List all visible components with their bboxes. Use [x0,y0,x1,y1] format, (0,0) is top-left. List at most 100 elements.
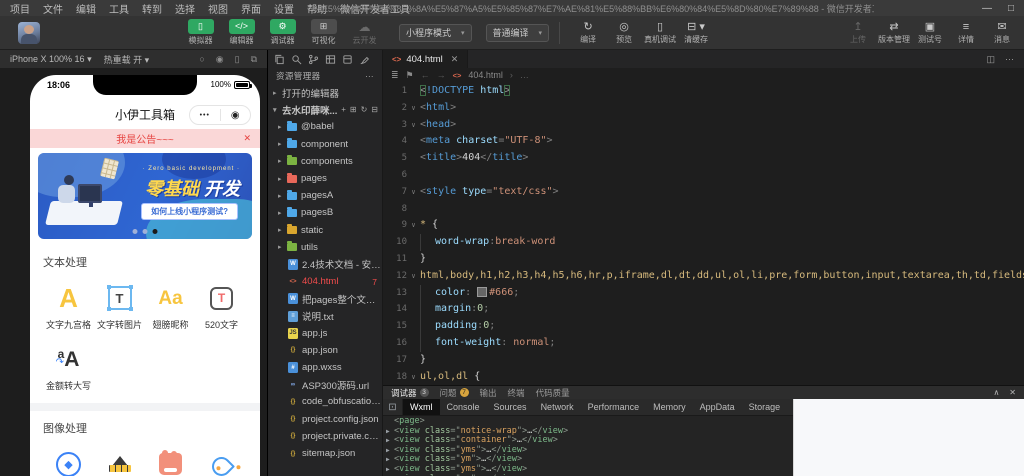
tool-t-round[interactable]: T520文字 [196,283,247,331]
record-icon[interactable]: ◉ [216,54,224,65]
fold-icon[interactable]: ∨ [407,100,420,117]
close-icon[interactable]: ✕ [1009,388,1016,397]
tree-file[interactable]: {}code_obfuscation_conf... [268,393,382,410]
more-icon[interactable]: ⋯ [1005,54,1014,65]
close-icon[interactable]: ✕ [243,133,251,144]
compile-button[interactable]: ↻编译 [570,21,606,45]
tool-grid-cut[interactable]: 九宫格切图 [94,449,145,476]
tree-folder[interactable]: ▸pagesB [268,204,382,221]
editor-button[interactable]: </>编辑器 [221,19,262,46]
tree-file[interactable]: {}project.config.json [268,411,382,428]
breadcrumb-file[interactable]: 404.html [468,70,503,80]
device-frame-icon[interactable]: ▯ [235,54,240,65]
compile-mode-select[interactable]: 普通编译 ▾ [486,24,550,42]
tree-file[interactable]: {}sitemap.json [268,445,382,462]
menu-item-7[interactable]: 视图 [208,1,228,16]
files-icon[interactable] [274,54,285,65]
menu-item-1[interactable]: 项目 [10,1,30,16]
minimize-icon[interactable]: — [982,3,992,14]
visualization-button[interactable]: ⊞可视化 [303,19,344,46]
test-account-button[interactable]: ▣测试号 [912,21,948,45]
capsule-menu[interactable]: ••• ◉ [189,105,251,125]
tree-file[interactable]: W2.4技术文档 - 安全过滤... [268,256,382,273]
new-file-icon[interactable]: + [341,105,346,114]
code-editor[interactable]: 1<!DOCTYPE html>2∨<html>3∨<head>4<meta c… [383,82,1024,385]
clear-cache-button[interactable]: ⊟ ▾清缓存 [678,21,714,45]
tree-file[interactable]: {}project.private.config.js... [268,428,382,445]
fold-icon[interactable]: ∨ [407,217,420,234]
devtools-tab-console[interactable]: Console [440,399,487,415]
tree-folder[interactable]: ▸pages [268,170,382,187]
tree-folder[interactable]: ▸pagesA [268,187,382,204]
tree-file[interactable]: ∞ASP300源码.url [268,376,382,393]
details-button[interactable]: ≡详情 [948,21,984,45]
menu-item-6[interactable]: 选择 [175,1,195,16]
avatar[interactable] [18,22,40,44]
mode-select[interactable]: 小程序模式 ▾ [399,24,472,42]
back-icon[interactable]: ← [421,70,430,80]
devtools-tab-network[interactable]: Network [534,399,581,415]
panel-tab-输出[interactable]: 输出 [480,387,497,399]
menu-item-8[interactable]: 界面 [241,1,261,16]
new-folder-icon[interactable]: ⊞ [350,105,357,114]
more-icon[interactable]: ⋯ [365,71,374,82]
fold-icon[interactable]: ∨ [407,268,420,285]
split-editor-icon[interactable]: ◫ [986,54,995,65]
search-icon[interactable] [291,54,302,65]
tree-file[interactable]: ≡说明.txt [268,307,382,324]
tree-file[interactable]: JSapp.js [268,325,382,342]
tree-folder[interactable]: ▸static [268,222,382,239]
paint-icon[interactable] [359,54,370,65]
refresh-icon[interactable]: ↻ [361,105,368,114]
tree-folder[interactable]: ▸components [268,153,382,170]
panel-tab-调试器[interactable]: 调试器3 [391,387,429,399]
float-window-icon[interactable]: ⧉ [251,54,257,65]
tree-file[interactable]: W把pages整个文件夹导... [268,290,382,307]
panel-tab-问题[interactable]: 问题7 [440,387,469,399]
menu-item-5[interactable]: 转到 [142,1,162,16]
more-icon[interactable]: ••• [190,112,220,119]
tool-aa[interactable]: Aa翅膀昵称 [145,283,196,331]
panel-tab-终端[interactable]: 终端 [508,387,525,399]
tree-file[interactable]: {}app.json [268,342,382,359]
tool-t-box[interactable]: T文字转图片 [94,283,145,331]
tree-file[interactable]: <>404.html7 [268,273,382,290]
fold-icon[interactable]: ∨ [407,184,420,201]
open-editors-section[interactable]: ▸ 打开的编辑器 [268,84,382,101]
tool-stitch[interactable]: 截图拼接 [145,449,196,476]
devtools-tab-wxml[interactable]: Wxml [403,399,440,415]
cloud-dev-button[interactable]: ☁云开发 [344,19,385,46]
fold-icon[interactable]: ∨ [407,369,420,385]
messages-button[interactable]: ✉消息 [984,21,1020,45]
menu-item-3[interactable]: 编辑 [76,1,96,16]
tree-folder[interactable]: ▸@babel [268,118,382,135]
inspect-element-icon[interactable]: ⊡ [383,399,403,415]
tree-folder[interactable]: ▸component [268,136,382,153]
devtools-tab-performance[interactable]: Performance [581,399,647,415]
breadcrumb-more[interactable]: … [520,70,529,80]
menu-item-4[interactable]: 工具 [109,1,129,16]
extension-icon[interactable] [342,54,353,65]
tree-folder[interactable]: ▸utils [268,239,382,256]
device-select[interactable]: iPhone X 100% 16 ▾ [10,54,92,65]
tool-wallpaper[interactable]: ◆精选壁纸 [43,449,94,476]
tree-file[interactable]: #app.wxss [268,359,382,376]
collapse-all-icon[interactable]: ⊟ [371,105,378,114]
simulator-button[interactable]: ▯模拟器 [180,19,221,46]
tool-watermark[interactable]: 图片加水印 [196,449,247,476]
outline-icon[interactable]: ≣ [391,70,399,81]
preview-button[interactable]: ◎预览 [606,21,642,45]
source-control-icon[interactable] [308,54,319,65]
hot-reload-toggle[interactable]: 热重载 开 ▾ [104,53,150,66]
devtools-tab-memory[interactable]: Memory [646,399,693,415]
devtools-tab-appdata[interactable]: AppData [693,399,742,415]
project-root[interactable]: ▾ 去水印薛咪... +⊞↻⊟ [268,101,382,118]
banner-carousel[interactable]: · Zero basic development · 零基础 开发 如何上线小程… [38,153,252,239]
tab-404-html[interactable]: <> 404.html ✕ [383,50,468,68]
exit-icon[interactable]: ◉ [221,110,251,121]
layout-icon[interactable] [325,54,336,65]
tool-big-a[interactable]: A文字九宫格 [43,283,94,331]
fold-icon[interactable]: ∨ [407,117,420,134]
debugger-button[interactable]: ⚙调试器 [262,19,303,46]
menu-item-2[interactable]: 文件 [43,1,63,16]
